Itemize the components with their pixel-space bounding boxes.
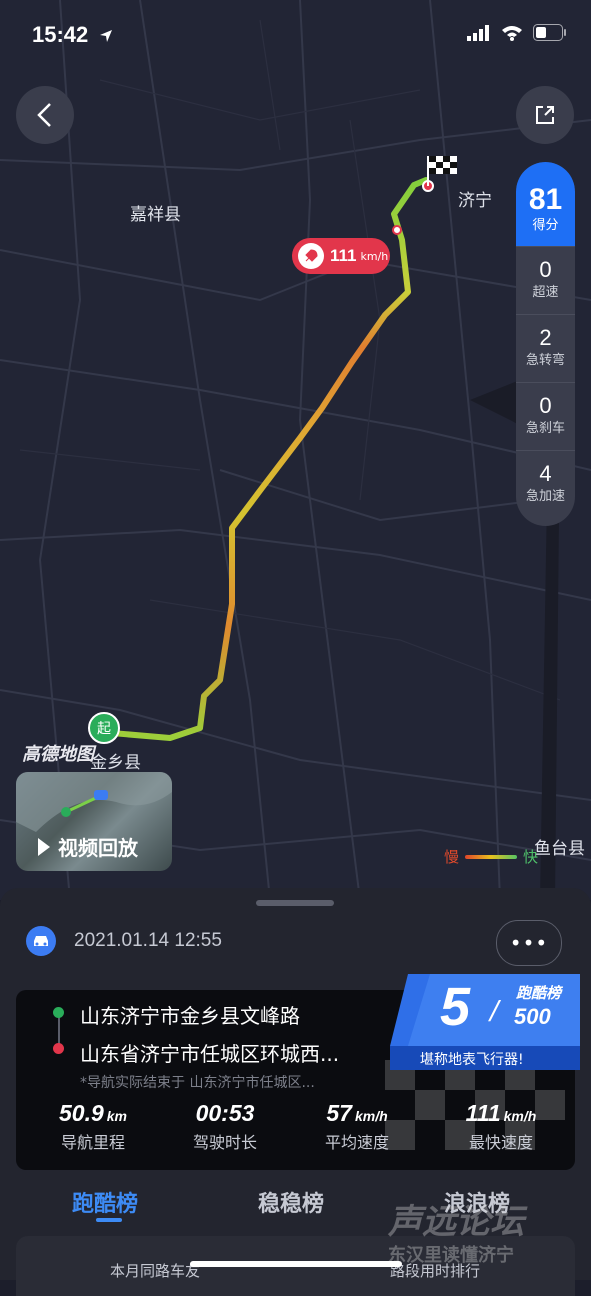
watermark-line2: 东汉里读懂济宁 (388, 1245, 514, 1266)
more-options-button[interactable]: ••• (496, 920, 562, 966)
distance-label: 导航里程 (60, 1133, 125, 1152)
rank-slogan: 堪称地表飞行器! (420, 1052, 524, 1068)
total-score: 81 得分 (516, 162, 575, 246)
sharp-turn-label: 急转弯 (525, 353, 565, 368)
rank-total: 500 (514, 1004, 551, 1029)
rank-title: 跑酷榜 (516, 984, 562, 1002)
battery-icon (533, 24, 566, 41)
watermark-line1: 声远论坛 (388, 1202, 524, 1242)
cellular-signal-icon (467, 24, 489, 41)
score-item-hard-brake: 0 急刹车 (516, 382, 575, 450)
sharp-turn-count: 2 (539, 325, 552, 350)
avg-speed-unit: km/h (354, 1108, 388, 1124)
trip-datetime: 2021.01.14 12:55 (74, 930, 222, 951)
wifi-icon (502, 25, 522, 41)
score-panel: 81 得分 0 超速 2 急转弯 0 急刹车 4 急加速 (516, 162, 575, 526)
top-speed-unit: km/h (503, 1108, 537, 1124)
hard-brake-label: 急刹车 (525, 421, 565, 436)
tab-parkour-rank[interactable]: 跑酷榜 (72, 1186, 138, 1218)
start-address: 山东济宁市金乡县文峰路 (80, 1004, 300, 1028)
total-score-value: 81 (528, 183, 563, 216)
monthly-peers-label[interactable]: 本月同路车友 (110, 1260, 200, 1281)
tab-steady-rank[interactable]: 稳稳榜 (258, 1186, 324, 1218)
duration-value: 00:53 (195, 1100, 255, 1126)
duration-label: 驾驶时长 (192, 1133, 257, 1152)
place-label-jinxiang: 金乡县 (90, 753, 141, 773)
end-address: 山东省济宁市任城区环城西... (80, 1042, 340, 1066)
active-tab-indicator (96, 1218, 122, 1222)
stat-duration: 00:53 驾驶时长 (170, 1100, 280, 1153)
amap-logo: 高德地图 (22, 744, 94, 765)
home-indicator[interactable] (190, 1261, 402, 1267)
video-replay-label: 视频回放 (58, 836, 138, 860)
route-map[interactable]: 嘉祥县 济宁 金乡县 鱼台县 111 km/h 起 高德地图 视频回放 慢 快 (0, 0, 591, 900)
place-label-jining: 济宁 (458, 191, 492, 211)
rapid-accel-count: 4 (539, 461, 552, 486)
rank-badge[interactable]: 5 / 跑酷榜 500 堪称地表飞行器! (390, 974, 580, 1070)
score-item-rapid-accel: 4 急加速 (516, 450, 575, 518)
top-speed-value: 111 (465, 1100, 501, 1126)
end-dot (53, 1043, 64, 1054)
play-icon (38, 837, 50, 856)
place-label-jiaxiang: 嘉祥县 (130, 205, 181, 225)
place-label-yutai: 鱼台县 (534, 839, 585, 859)
max-speed-marker[interactable]: 111 km/h (292, 238, 390, 274)
stat-avg-speed: 57 km/h 平均速度 (302, 1100, 412, 1153)
top-speed-label: 最快速度 (468, 1133, 533, 1152)
distance-value: 50.9 (59, 1100, 104, 1126)
back-button[interactable] (16, 86, 74, 144)
rank-separator: / (490, 996, 499, 1026)
score-item-sharp-turn: 2 急转弯 (516, 314, 575, 382)
speed-legend: 慢 快 (444, 846, 538, 867)
drag-handle[interactable] (256, 900, 334, 906)
status-bar: 15:42 (0, 0, 591, 70)
chevron-left-icon (37, 103, 51, 127)
share-icon (536, 106, 554, 124)
stat-distance: 50.9 km 导航里程 (38, 1100, 148, 1153)
forum-watermark: 声远论坛 东汉里读懂济宁 (388, 1194, 584, 1274)
status-time: 15:42 (32, 22, 89, 47)
total-score-label: 得分 (532, 218, 559, 233)
stat-max-speed: 111 km/h 最快速度 (436, 1100, 566, 1153)
legend-slow: 慢 (444, 848, 460, 866)
speeding-label: 超速 (532, 285, 559, 300)
max-speed-value: 111 (330, 246, 357, 265)
distance-unit: km (106, 1108, 127, 1124)
speeding-count: 0 (539, 257, 552, 282)
car-icon (26, 926, 56, 956)
legend-fast: 快 (523, 848, 539, 866)
max-speed-unit: km/h (360, 249, 389, 263)
location-arrow-icon (100, 30, 112, 42)
avg-speed-label: 平均速度 (324, 1133, 389, 1152)
score-item-speeding: 0 超速 (516, 246, 575, 314)
nav-end-note: *导航实际结束于 山东济宁市任城区... (80, 1075, 315, 1091)
hard-brake-count: 0 (539, 393, 552, 418)
legend-gradient-bar (465, 854, 518, 859)
finish-flag-icon (427, 156, 457, 186)
share-button[interactable] (516, 86, 574, 144)
rocket-icon (298, 243, 324, 269)
start-dot (53, 1007, 64, 1018)
rapid-accel-label: 急加速 (525, 489, 565, 504)
avg-speed-value: 57 (326, 1100, 352, 1126)
video-replay-button[interactable]: 视频回放 (16, 772, 172, 871)
rank-position: 5 (440, 977, 471, 1037)
